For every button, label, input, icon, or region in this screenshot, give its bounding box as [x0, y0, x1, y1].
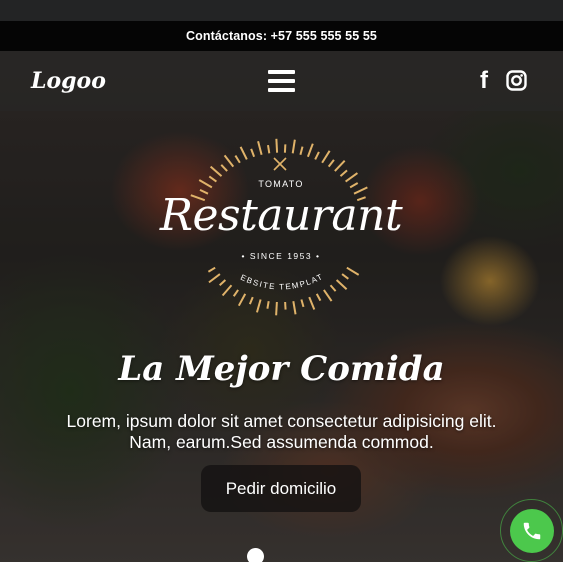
sunburst-ray — [221, 284, 233, 297]
sunburst-ray — [306, 143, 314, 158]
sunburst-ray — [207, 266, 216, 273]
sunburst-ray — [300, 299, 305, 308]
contact-text: Contáctanos: +57 555 555 55 55 — [186, 29, 377, 43]
sunburst-ray — [232, 289, 239, 297]
restaurant-emblem: WEBSITE TEMPLATE TOMATO Restaurant • SIN… — [145, 105, 412, 344]
sunburst-ray — [275, 301, 278, 316]
sunburst-ray — [335, 279, 348, 291]
sunburst-ray — [315, 293, 322, 302]
sunburst-ray — [248, 296, 254, 305]
sunburst-ray — [223, 154, 235, 168]
sunburst-ray — [220, 164, 228, 172]
sunburst-ray — [321, 150, 331, 164]
sunburst-ray — [266, 301, 270, 309]
sunburst-ray — [334, 160, 346, 172]
phone-icon[interactable] — [510, 509, 554, 553]
contact-bar: Contáctanos: +57 555 555 55 55 — [0, 21, 563, 51]
sunburst-ray — [329, 284, 337, 292]
sunburst-ray — [314, 151, 320, 160]
sunburst-ray — [339, 169, 348, 177]
sunburst-ray — [257, 141, 263, 155]
emblem-cross-icon — [273, 157, 287, 171]
order-delivery-button[interactable]: Pedir domicilio — [201, 465, 361, 512]
hero-headline: La Mejor Comida — [118, 349, 445, 389]
sunburst-ray — [239, 146, 248, 160]
emblem-top-label: TOMATO — [258, 179, 304, 189]
browser-top-strip — [0, 0, 563, 21]
slider-dot-active[interactable] — [247, 548, 264, 562]
sunburst-ray — [292, 301, 297, 315]
sunburst-ray — [323, 289, 333, 302]
sunburst-ray — [275, 138, 279, 153]
emblem-title: Restaurant — [159, 190, 403, 241]
sunburst-ray — [308, 296, 316, 310]
sunburst-ray — [255, 299, 262, 313]
sunburst-ray — [234, 155, 241, 164]
sunburst-ray — [237, 293, 247, 307]
sunburst-ray — [250, 148, 256, 158]
emblem-since: • SINCE 1953 • — [241, 251, 321, 261]
navbar: Logoo f — [0, 51, 563, 111]
sunburst-ray — [346, 266, 360, 276]
sunburst-ray — [219, 279, 227, 287]
sunburst-ray — [291, 139, 296, 154]
hero-description-line1: Lorem, ipsum dolor sit amet consectetur … — [66, 411, 497, 431]
hero-description: Lorem, ipsum dolor sit amet consectetur … — [40, 411, 523, 453]
instagram-icon[interactable] — [506, 70, 527, 91]
sunburst-ray — [299, 146, 304, 155]
facebook-icon[interactable]: f — [480, 68, 494, 94]
sunburst-ray — [341, 273, 349, 280]
sunburst-ray — [209, 165, 223, 177]
sunburst-ray — [208, 273, 221, 284]
sunburst-ray — [267, 144, 271, 154]
sunburst-ray — [327, 159, 335, 168]
logo[interactable]: Logoo — [31, 68, 106, 94]
hamburger-menu-icon[interactable] — [268, 69, 295, 93]
hero-description-line2: Nam, earum.Sed assumenda commod. — [129, 432, 434, 452]
